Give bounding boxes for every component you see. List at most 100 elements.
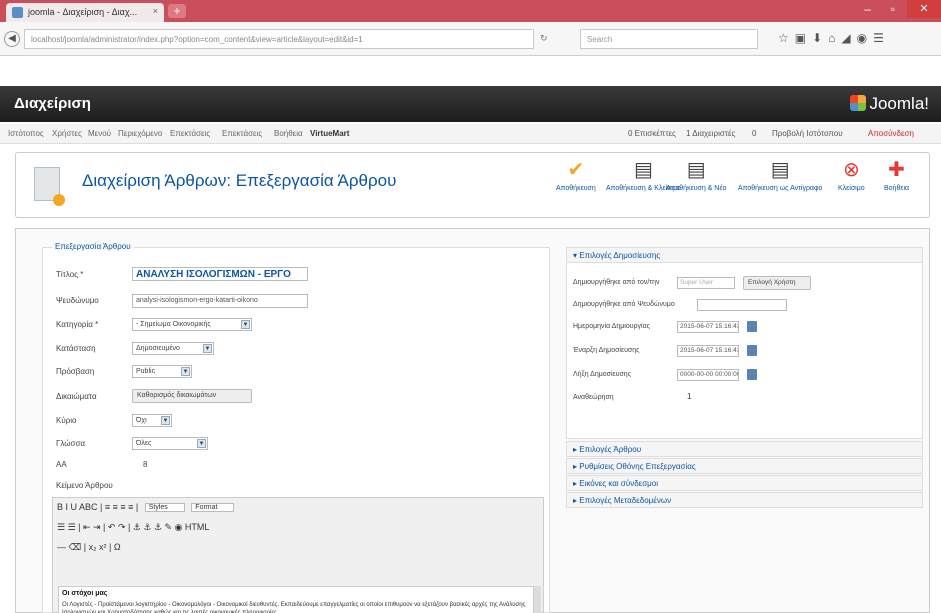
- language-label: Γλώσσα: [56, 439, 86, 448]
- language-select[interactable]: Όλες ▼: [132, 437, 208, 450]
- metadata-options-header[interactable]: ▸ Επιλογές Μεταδεδομένων: [566, 492, 923, 508]
- browser-navbar: ◀ localhost/joomla/administrator/index.p…: [0, 22, 941, 56]
- reload-icon[interactable]: ↻: [540, 33, 548, 44]
- alias-label: Ψευδώνυμο: [56, 296, 99, 305]
- fieldset-legend: Επεξεργασία Άρθρου: [52, 242, 134, 251]
- admin-menubar: Ιστότοπος Χρήστες Μενού Περιεχόμενο Επεκ…: [0, 124, 941, 144]
- content-heading: Οι στόχοι μας: [62, 590, 108, 597]
- help-button[interactable]: ✚ Βοήθεια: [884, 159, 909, 192]
- chevron-down-icon: ▼: [197, 439, 206, 448]
- back-icon[interactable]: ◀: [4, 31, 20, 47]
- images-links-header[interactable]: ▸ Εικόνες και σύνδεσμοι: [566, 475, 923, 491]
- id-value: 8: [143, 460, 148, 469]
- maximize-icon[interactable]: ▫: [891, 2, 895, 16]
- admin-header: Διαχείριση Joomla!: [0, 86, 941, 122]
- check-icon: ✔: [567, 159, 585, 181]
- created-by-input[interactable]: Super User: [677, 277, 735, 289]
- article-text-label: Κείμενο Άρθρου: [56, 481, 113, 490]
- save-new-button[interactable]: ▤ Αποθήκευση & Νέο: [666, 159, 726, 192]
- created-by-alias-input[interactable]: [697, 299, 787, 311]
- toolbar-box: Διαχείριση Άρθρων: Επεξεργασία Άρθρου ✔ …: [15, 152, 930, 218]
- close-icon: ⊗: [842, 159, 860, 181]
- browser-titlebar: joomla - Διαχείριση - Διαχ... × + – ▫ ✕: [0, 0, 941, 22]
- menu-item-components[interactable]: Επεκτάσεις: [170, 129, 210, 138]
- messages-count[interactable]: 0: [752, 129, 756, 138]
- close-button[interactable]: ⊗ Κλείσιμο: [838, 159, 865, 192]
- calendar-icon[interactable]: [747, 321, 757, 332]
- category-select[interactable]: - Σημείωμα Οικονομικής ▼: [132, 318, 252, 331]
- state-select[interactable]: Δημοσιευμένο ▼: [132, 342, 214, 355]
- menu-item-extensions[interactable]: Επεκτάσεις: [222, 129, 262, 138]
- start-publishing-input[interactable]: 2015-06-07 15:16:43: [677, 345, 739, 357]
- editor-toolbar-row-1[interactable]: B I U ABC | ≡ ≡ ≡ ≡ | Styles Format: [57, 502, 235, 512]
- favicon-icon: [12, 7, 23, 18]
- revision-label: Αναθεώρηση: [573, 394, 614, 401]
- calendar-icon[interactable]: [747, 345, 757, 356]
- view-site-link[interactable]: Προβολή Ιστότοπου: [772, 129, 843, 138]
- page-title: Διαχείριση Άρθρων: Επεξεργασία Άρθρου: [82, 171, 397, 190]
- editor-toolbar-row-2[interactable]: ☰ ☰ | ⇤ ⇥ | ↶ ↷ | ⚓ ⚓ ⚓ ✎ ◉ HTML: [57, 522, 209, 533]
- publishing-options-header[interactable]: ▾ Επιλογές Δημοσίευσης: [566, 247, 923, 263]
- admin-title: Διαχείριση: [14, 95, 91, 112]
- finish-publishing-label: Λήξη Δημοσίευσης: [573, 371, 632, 378]
- article-edit-icon: [34, 167, 65, 206]
- menu-item-help[interactable]: Βοήθεια: [274, 129, 303, 138]
- calendar-icon[interactable]: [747, 369, 757, 380]
- format-select[interactable]: Format: [191, 503, 235, 512]
- options-panel: ▾ Επιλογές Δημοσίευσης Δημιουργήθηκε από…: [566, 247, 923, 613]
- finish-publishing-input[interactable]: 0000-00-00 00:00:00: [677, 369, 739, 381]
- created-by-label: Δημιουργήθηκε από τον/την: [573, 279, 660, 286]
- featured-select[interactable]: Όχι ▼: [132, 414, 172, 427]
- set-permissions-button[interactable]: Καθορισμός δικαιωμάτων: [132, 389, 252, 403]
- revision-value: 1: [687, 392, 692, 401]
- category-label: Κατηγορία *: [56, 320, 99, 329]
- visitors-count: 0 Επισκέπτες: [628, 129, 676, 138]
- editor-content[interactable]: Οι στόχοι μας Οι Λογιστές - Προϊστάμενοι…: [58, 586, 534, 613]
- editing-layout-header[interactable]: ▸ Ρυθμίσεις Οθόνης Επεξεργασίας: [566, 458, 923, 474]
- tab-close-icon[interactable]: ×: [153, 6, 158, 16]
- minimize-icon[interactable]: –: [864, 2, 871, 16]
- joomla-logo-icon: [850, 95, 867, 111]
- editor-scrollbar[interactable]: [534, 586, 541, 613]
- browser-toolbar-icons[interactable]: ☆▣⬇⌂◢◉☰: [778, 31, 890, 45]
- chevron-down-icon: ▼: [181, 367, 190, 376]
- menu-item-menus[interactable]: Μενού: [88, 129, 111, 138]
- menu-item-virtuemart[interactable]: VirtueMart: [310, 129, 349, 138]
- state-label: Κατάσταση: [56, 344, 96, 353]
- content-paragraph: Οι Λογιστές - Προϊστάμενοι λογιστηρίου -…: [62, 602, 526, 613]
- title-label: Τίτλος *: [56, 270, 84, 279]
- admins-count: 1 Διαχειριστές: [686, 129, 736, 138]
- start-publishing-label: Έναρξη Δημοσίευσης: [573, 347, 640, 354]
- tab-title: joomla - Διαχείριση - Διαχ...: [28, 7, 138, 17]
- new-tab-button[interactable]: +: [168, 4, 186, 18]
- permissions-label: Δικαιώματα: [56, 392, 97, 401]
- editor-toolbar-row-3[interactable]: — ⌫ | x₂ x² | Ω: [57, 542, 121, 553]
- save-copy-icon: ▤: [770, 159, 790, 181]
- save-close-icon: ▤: [634, 159, 653, 181]
- chevron-down-icon: ▼: [241, 320, 250, 329]
- save-button[interactable]: ✔ Αποθήκευση: [556, 159, 596, 192]
- styles-select[interactable]: Styles: [144, 503, 185, 512]
- alias-input[interactable]: analysi-isologismon-ergo-katarti-oikono: [132, 294, 308, 308]
- wysiwyg-editor: B I U ABC | ≡ ≡ ≡ ≡ | Styles Format ☰ ☰ …: [52, 497, 544, 613]
- url-bar[interactable]: localhost/joomla/administrator/index.php…: [24, 29, 534, 49]
- select-user-button[interactable]: Επιλογή Χρήστη: [743, 276, 811, 290]
- menu-item-site[interactable]: Ιστότοπος: [8, 129, 44, 138]
- save-copy-button[interactable]: ▤ Αποθήκευση ως Αντίγραφο: [738, 159, 822, 192]
- featured-label: Κύριο: [56, 416, 77, 425]
- created-date-input[interactable]: 2015-06-07 15:16:43: [677, 321, 739, 333]
- browser-tab[interactable]: joomla - Διαχείριση - Διαχ... ×: [6, 3, 164, 22]
- window-close-icon[interactable]: ✕: [907, 0, 941, 18]
- title-input[interactable]: ΑΝΑΛΥΣΗ ΙΣΟΛΟΓΙΣΜΩΝ - ΕΡΓΟ: [132, 267, 308, 281]
- menu-item-users[interactable]: Χρήστες: [52, 129, 82, 138]
- joomla-logo: Joomla!: [850, 94, 929, 114]
- menu-item-content[interactable]: Περιεχόμενο: [118, 129, 162, 138]
- created-date-label: Ημερομηνία Δημιουργίας: [573, 323, 651, 330]
- search-input[interactable]: Search: [580, 29, 758, 49]
- article-options-header[interactable]: ▸ Επιλογές Άρθρου: [566, 441, 923, 457]
- access-label: Πρόσβαση: [56, 367, 95, 376]
- access-select[interactable]: Public ▼: [132, 365, 192, 378]
- logout-link[interactable]: Αποσύνδεση: [868, 129, 914, 138]
- help-icon: ✚: [888, 159, 905, 181]
- created-by-alias-label: Δημιουργήθηκε από Ψευδώνυμο: [573, 301, 675, 308]
